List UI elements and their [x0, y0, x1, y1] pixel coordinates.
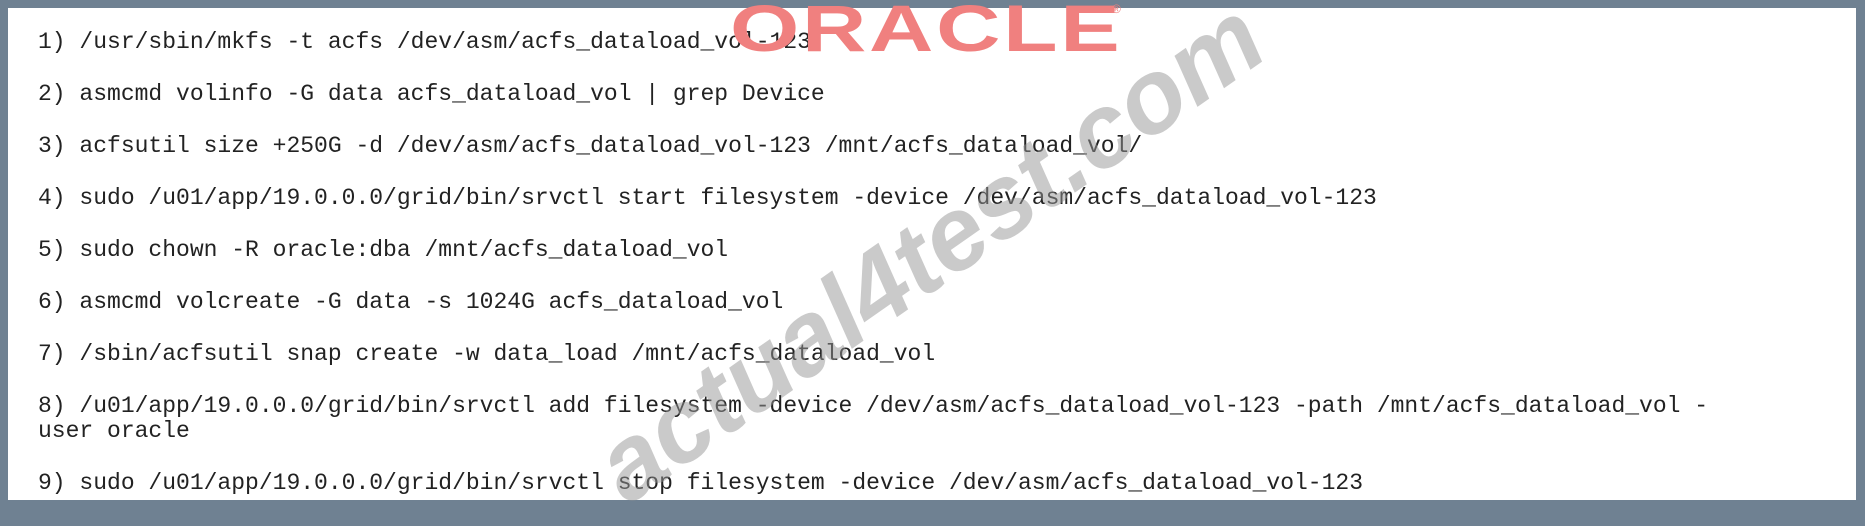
oracle-logo: ORACLE [730, 0, 1123, 65]
command-line-6: 6) asmcmd volcreate -G data -s 1024G acf… [38, 289, 784, 315]
command-line-2: 2) asmcmd volinfo -G data acfs_dataload_… [38, 81, 825, 107]
command-line-4: 4) sudo /u01/app/19.0.0.0/grid/bin/srvct… [38, 185, 1377, 211]
command-line-8: 8) /u01/app/19.0.0.0/grid/bin/srvctl add… [38, 393, 1709, 419]
registered-mark: ® [1112, 2, 1121, 16]
command-line-1: 1) /usr/sbin/mkfs -t acfs /dev/asm/acfs_… [38, 29, 811, 55]
command-line-5: 5) sudo chown -R oracle:dba /mnt/acfs_da… [38, 237, 729, 263]
command-line-8-continued: user oracle [38, 418, 190, 444]
